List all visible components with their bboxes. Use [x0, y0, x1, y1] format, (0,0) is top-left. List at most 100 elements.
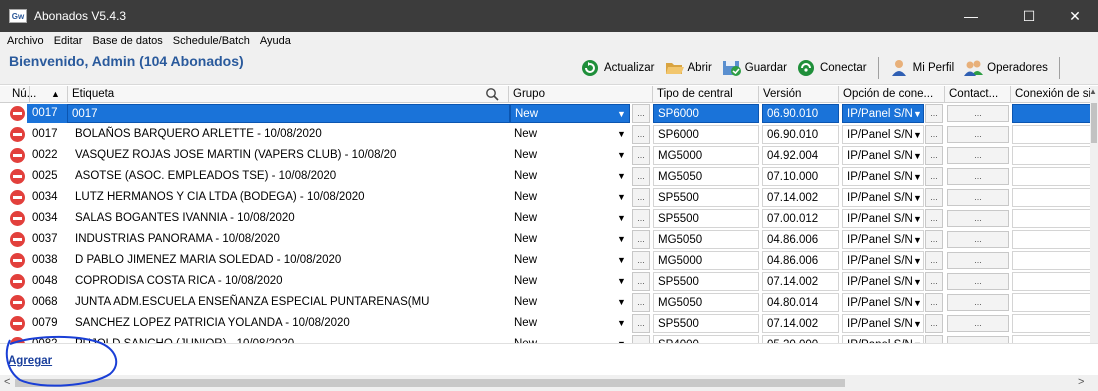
- chevron-down-icon[interactable]: ▼: [617, 192, 626, 202]
- contact-button[interactable]: ...: [947, 252, 1009, 269]
- group-more-button[interactable]: ...: [632, 146, 650, 165]
- search-icon[interactable]: [485, 87, 499, 103]
- open-button[interactable]: Abrir: [660, 55, 717, 81]
- cell-conn-option[interactable]: IP/Panel S/N▼: [842, 146, 924, 165]
- profile-button[interactable]: Mi Perfil: [885, 55, 960, 81]
- cell-conn-option[interactable]: IP/Panel S/N▼: [842, 335, 924, 343]
- cell-group[interactable]: New: [509, 271, 629, 292]
- menu-schedule-batch[interactable]: Schedule/Batch: [173, 35, 250, 47]
- contact-button[interactable]: ...: [947, 336, 1009, 343]
- table-row-selected[interactable]: 0017 0017 New ▼ ... SP6000 06.90.010 IP/…: [0, 103, 1092, 124]
- col-central-header[interactable]: Tipo de central: [653, 86, 759, 103]
- operators-button[interactable]: Operadores: [959, 55, 1053, 81]
- col-contact-header[interactable]: Contact...: [945, 86, 1011, 103]
- conn-option-more-button[interactable]: ...: [925, 230, 943, 249]
- col-connection-header[interactable]: Conexión de si: [1011, 86, 1098, 103]
- table-row[interactable]: 0017 BOLAÑOS BARQUERO ARLETTE - 10/08/202…: [0, 124, 1092, 145]
- col-conn-option-header[interactable]: Opción de cone...: [839, 86, 945, 103]
- scroll-up-icon[interactable]: ▲: [1089, 87, 1097, 96]
- group-more-button[interactable]: ...: [632, 125, 650, 144]
- table-row[interactable]: 0034 SALAS BOGANTES IVANNIA - 10/08/2020 N…: [0, 208, 1092, 229]
- cell-group[interactable]: New: [509, 250, 629, 271]
- col-label-header[interactable]: Etiqueta: [68, 86, 509, 103]
- contact-button[interactable]: ...: [947, 315, 1009, 332]
- close-button[interactable]: ✕: [1052, 0, 1098, 32]
- group-more-button[interactable]: ...: [632, 251, 650, 270]
- group-more-button[interactable]: ...: [632, 293, 650, 312]
- cell-conn-option[interactable]: IP/Panel S/N▼: [842, 272, 924, 291]
- cell-group-select[interactable]: New ▼: [510, 104, 630, 123]
- conn-option-more-button[interactable]: ...: [925, 335, 943, 343]
- table-row[interactable]: 0048 COPRODISA COSTA RICA - 10/08/2020 New…: [0, 271, 1092, 292]
- cell-group[interactable]: New: [509, 334, 629, 343]
- contact-button[interactable]: ...: [947, 168, 1009, 185]
- menu-base-de-datos[interactable]: Base de datos: [92, 35, 162, 47]
- col-version-header[interactable]: Versión: [759, 86, 839, 103]
- chevron-down-icon[interactable]: ▼: [617, 318, 626, 328]
- add-link[interactable]: Agregar: [8, 355, 52, 367]
- chevron-down-icon[interactable]: ▼: [617, 129, 626, 139]
- group-more-button[interactable]: ...: [632, 104, 650, 123]
- menu-archivo[interactable]: Archivo: [7, 35, 44, 47]
- table-row[interactable]: 0068 JUNTA ADM.ESCUELA ENSEÑANZA ESPECIAL…: [0, 292, 1092, 313]
- contact-button[interactable]: ...: [947, 294, 1009, 311]
- menu-ayuda[interactable]: Ayuda: [260, 35, 291, 47]
- table-row[interactable]: 0037 INDUSTRIAS PANORAMA - 10/08/2020 New ▼…: [0, 229, 1092, 250]
- menu-editar[interactable]: Editar: [54, 35, 83, 47]
- cell-conn-option[interactable]: IP/Panel S/N▼: [842, 230, 924, 249]
- group-more-button[interactable]: ...: [632, 167, 650, 186]
- conn-option-more-button[interactable]: ...: [925, 188, 943, 207]
- group-more-button[interactable]: ...: [632, 188, 650, 207]
- conn-option-more-button[interactable]: ...: [925, 209, 943, 228]
- cell-group[interactable]: New: [509, 208, 629, 229]
- contact-button[interactable]: ...: [947, 126, 1009, 143]
- table-row[interactable]: 0038 D PABLO JIMENEZ MARIA SOLEDAD - 10/0…: [0, 250, 1092, 271]
- connect-button[interactable]: Conectar: [792, 55, 872, 81]
- contact-button[interactable]: ...: [947, 147, 1009, 164]
- cell-group[interactable]: New: [509, 187, 629, 208]
- cell-version[interactable]: 06.90.010: [762, 104, 839, 123]
- chevron-down-icon[interactable]: ▼: [617, 150, 626, 160]
- contact-button[interactable]: ...: [947, 105, 1009, 122]
- contact-button[interactable]: ...: [947, 273, 1009, 290]
- col-num-header[interactable]: Nú... ▲: [8, 86, 68, 103]
- group-more-button[interactable]: ...: [632, 230, 650, 249]
- group-more-button[interactable]: ...: [632, 209, 650, 228]
- group-more-button[interactable]: ...: [632, 335, 650, 343]
- table-row[interactable]: 0025 ASOTSE (ASOC. EMPLEADOS TSE) - 10/08…: [0, 166, 1092, 187]
- contact-button[interactable]: ...: [947, 210, 1009, 227]
- contact-button[interactable]: ...: [947, 189, 1009, 206]
- chevron-down-icon[interactable]: ▼: [617, 171, 626, 181]
- cell-conn-option[interactable]: IP/Panel S/N▼: [842, 125, 924, 144]
- scroll-right-icon[interactable]: >: [1078, 376, 1084, 388]
- minimize-button[interactable]: —: [948, 0, 994, 32]
- contact-button[interactable]: ...: [947, 231, 1009, 248]
- conn-option-more-button[interactable]: ...: [925, 272, 943, 291]
- cell-group[interactable]: New: [509, 292, 629, 313]
- conn-option-more-button[interactable]: ...: [925, 314, 943, 333]
- cell-group[interactable]: New: [509, 124, 629, 145]
- vertical-scroll-thumb[interactable]: [1091, 103, 1097, 143]
- chevron-down-icon[interactable]: ▼: [617, 297, 626, 307]
- cell-conn-option[interactable]: IP/Panel S/N▼: [842, 209, 924, 228]
- cell-group[interactable]: New: [509, 145, 629, 166]
- refresh-button[interactable]: Actualizar: [576, 55, 660, 81]
- group-more-button[interactable]: ...: [632, 314, 650, 333]
- table-row[interactable]: 0034 LUTZ HERMANOS Y CIA LTDA (BODEGA) - …: [0, 187, 1092, 208]
- save-button[interactable]: Guardar: [717, 55, 792, 81]
- chevron-down-icon[interactable]: ▼: [617, 213, 626, 223]
- maximize-button[interactable]: ☐: [1006, 0, 1052, 32]
- cell-conn-option[interactable]: IP/Panel S/N▼: [842, 293, 924, 312]
- cell-conn-option[interactable]: IP/Panel S/N▼: [842, 251, 924, 270]
- conn-option-more-button[interactable]: ...: [925, 251, 943, 270]
- cell-conn-option[interactable]: IP/Panel S/N▼: [842, 167, 924, 186]
- conn-option-more-button[interactable]: ...: [925, 104, 943, 123]
- table-row[interactable]: 0082PUJOLD SANCHO (JUNIOR) - 10/08/2020N…: [0, 334, 1092, 343]
- chevron-down-icon[interactable]: ▼: [617, 255, 626, 265]
- cell-group[interactable]: New: [509, 313, 629, 334]
- conn-option-more-button[interactable]: ...: [925, 167, 943, 186]
- cell-group[interactable]: New: [509, 229, 629, 250]
- cell-conn-option-select[interactable]: IP/Panel S/N ▼: [842, 104, 924, 123]
- group-more-button[interactable]: ...: [632, 272, 650, 291]
- horizontal-scroll-thumb[interactable]: [15, 379, 845, 387]
